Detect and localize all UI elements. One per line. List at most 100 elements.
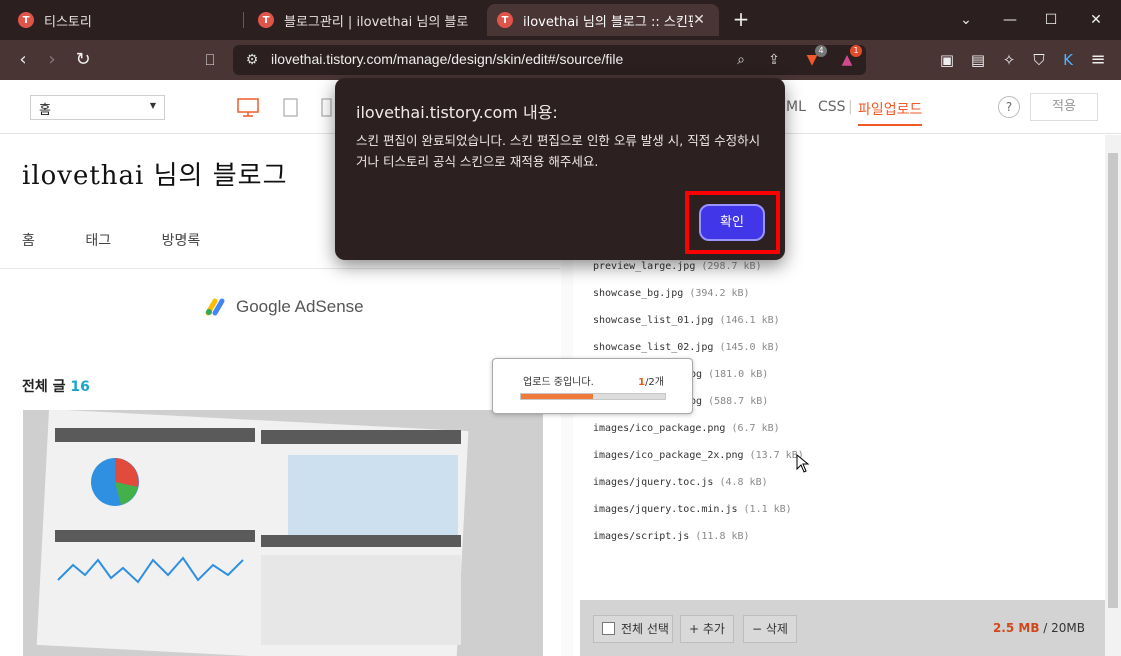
file-item[interactable]: showcase_list_01.jpg (146.1 kB) xyxy=(593,315,780,326)
brave-badge: 4 xyxy=(815,45,827,57)
file-size: (1.1 kB) xyxy=(743,504,792,515)
file-item[interactable]: pg (588.7 kB) xyxy=(690,396,768,407)
url-text[interactable]: ilovethai.tistory.com/manage/design/skin… xyxy=(271,51,623,67)
dialog-title: ilovethai.tistory.com 내용: xyxy=(356,103,558,122)
file-item[interactable]: pg (181.0 kB) xyxy=(690,369,768,380)
apply-button[interactable]: 적용 xyxy=(1030,93,1098,121)
help-button[interactable]: ? xyxy=(998,96,1020,118)
sidebar-icon[interactable]: ▣ xyxy=(935,48,959,72)
file-item[interactable]: images/script.js (11.8 kB) xyxy=(593,531,750,542)
file-size: (298.7 kB) xyxy=(701,261,762,272)
browser-tab-blog-manage[interactable]: T 블로그관리 | ilovethai 님의 블로그 xyxy=(248,4,478,36)
tab-divider: | xyxy=(848,99,853,115)
total-posts-count: 16 xyxy=(70,379,90,395)
divider xyxy=(0,268,560,269)
minimize-button[interactable]: — xyxy=(998,8,1022,32)
file-size: (394.2 kB) xyxy=(689,288,750,299)
file-name: images/script.js xyxy=(593,531,690,542)
menu-icon[interactable]: ≡ xyxy=(1086,48,1110,72)
leo-ai-icon[interactable]: ✧ xyxy=(997,48,1021,72)
post-thumbnail-image[interactable] xyxy=(23,410,543,656)
tablet-view-icon[interactable] xyxy=(282,98,300,118)
file-name: images/jquery.toc.js xyxy=(593,477,714,488)
adsense-text: Google AdSense xyxy=(236,297,364,316)
file-item[interactable]: images/jquery.toc.js (4.8 kB) xyxy=(593,477,768,488)
tab-html[interactable]: ML xyxy=(786,99,806,115)
select-all-checkbox[interactable] xyxy=(602,622,615,635)
close-tab-icon[interactable]: ✕ xyxy=(689,10,709,30)
file-item[interactable]: images/ico_package.png (6.7 kB) xyxy=(593,423,780,434)
storage-used: 2.5 MB xyxy=(992,621,1040,635)
select-all-label: 전체 선택 xyxy=(621,622,669,636)
add-file-button[interactable]: + 추가 xyxy=(680,615,734,643)
file-panel-footer: 전체 선택 + 추가 − 삭제 2.5 MB / 20MB xyxy=(580,600,1105,656)
file-item[interactable]: showcase_list_02.jpg (145.0 kB) xyxy=(593,342,780,353)
tab-list-chevron-icon[interactable]: ⌄ xyxy=(954,8,978,32)
file-size: (145.0 kB) xyxy=(719,342,780,353)
file-name: showcase_bg.jpg xyxy=(593,288,684,299)
file-name: preview_large.jpg xyxy=(593,261,696,272)
storage-limit: / 20MB xyxy=(1039,621,1085,635)
adsense-logo-icon xyxy=(205,298,225,316)
address-bar[interactable]: ⚙ ilovethai.tistory.com/manage/design/sk… xyxy=(233,45,866,75)
file-size: (6.7 kB) xyxy=(731,423,780,434)
total-posts-label: 전체 글 xyxy=(22,379,66,395)
tab-css[interactable]: CSS xyxy=(818,99,846,115)
file-size: (11.8 kB) xyxy=(695,531,750,542)
reload-icon[interactable]: ↻ xyxy=(71,48,95,72)
total-posts: 전체 글 16 xyxy=(22,376,90,396)
select-all-button[interactable]: 전체 선택 xyxy=(593,615,673,643)
dropdown-arrow-icon: ▼ xyxy=(149,101,156,110)
upload-status-text: 업로드 중입니다. xyxy=(523,377,594,388)
browser-tab-tistory[interactable]: T 티스토리 xyxy=(8,4,238,36)
zoom-icon[interactable]: ⌕ xyxy=(730,49,752,71)
brave-shields-icon[interactable]: ▼ 4 xyxy=(801,45,827,71)
blog-nav-home[interactable]: 홈 xyxy=(22,233,35,249)
page-select[interactable]: 홈 ▼ xyxy=(30,95,165,120)
desktop-view-icon[interactable] xyxy=(236,98,262,118)
share-icon[interactable]: ⇪ xyxy=(763,49,785,71)
file-item[interactable]: images/jquery.toc.min.js (1.1 kB) xyxy=(593,504,792,515)
wallet-icon[interactable]: ▤ xyxy=(966,48,990,72)
forward-icon[interactable]: › xyxy=(40,48,64,72)
scrollbar-thumb[interactable] xyxy=(1108,153,1118,608)
file-item[interactable]: images/ico_package_2x.png (13.7 kB) xyxy=(593,450,804,461)
extension-icon[interactable]: K xyxy=(1056,48,1080,72)
close-window-button[interactable]: ✕ xyxy=(1084,8,1108,32)
vpn-shield-icon[interactable]: ⛉ xyxy=(1027,48,1051,72)
tistory-favicon-icon: T xyxy=(258,12,274,28)
file-list-scrollbar[interactable] xyxy=(1105,135,1121,656)
blog-nav-guestbook[interactable]: 방명록 xyxy=(162,233,201,249)
mobile-view-icon[interactable] xyxy=(320,98,334,118)
file-name: images/ico_package_2x.png xyxy=(593,450,744,461)
alert-badge: 1 xyxy=(850,45,862,57)
analytics-report-image xyxy=(23,410,543,656)
file-name: showcase_list_01.jpg xyxy=(593,315,714,326)
delete-file-button[interactable]: − 삭제 xyxy=(743,615,797,643)
storage-quota: 2.5 MB / 20MB xyxy=(993,621,1085,635)
ok-button[interactable]: 확인 xyxy=(699,204,765,241)
mouse-cursor-icon xyxy=(796,454,810,473)
file-size: (4.8 kB) xyxy=(719,477,768,488)
upload-progress-popup: 업로드 중입니다. 1/2개 xyxy=(492,358,693,414)
new-tab-button[interactable]: + xyxy=(730,8,752,30)
upload-total: /2개 xyxy=(645,377,664,388)
alert-dialog: ilovethai.tistory.com 내용: 스킨 편집이 완료되었습니다… xyxy=(335,78,785,260)
back-icon[interactable]: ‹ xyxy=(11,48,35,72)
upload-count: 1/2개 xyxy=(638,373,664,388)
site-settings-icon[interactable]: ⚙ xyxy=(241,49,263,71)
tab-file-upload[interactable]: 파일업로드 xyxy=(858,99,923,126)
file-item[interactable]: preview_large.jpg (298.7 kB) xyxy=(593,261,762,272)
brave-rewards-icon[interactable]: ▲ 1 xyxy=(836,45,862,71)
file-item[interactable]: showcase_bg.jpg (394.2 kB) xyxy=(593,288,750,299)
tab-title: 블로그관리 | ilovethai 님의 블로그 xyxy=(284,14,468,30)
bookmark-icon[interactable]: ⎕ xyxy=(198,48,222,72)
maximize-button[interactable]: ☐ xyxy=(1039,8,1063,32)
dialog-message: 스킨 편집이 완료되었습니다. 스킨 편집으로 인한 오류 발생 시, 직접 수… xyxy=(356,133,761,169)
file-size: (181.0 kB) xyxy=(708,369,769,380)
tab-separator xyxy=(243,12,244,28)
blog-nav-tags[interactable]: 태그 xyxy=(85,233,111,249)
browser-tab-skin-edit[interactable]: T ilovethai 님의 블로그 :: 스킨편 ✕ xyxy=(487,4,719,36)
tab-title: 티스토리 xyxy=(44,14,92,30)
adsense-banner: Google AdSense xyxy=(204,297,364,317)
